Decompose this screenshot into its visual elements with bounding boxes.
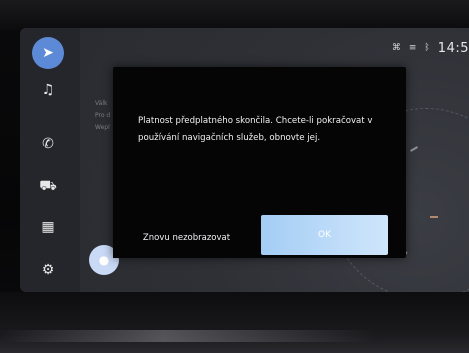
mic-icon: ● [98,253,110,267]
background-text: Pro d [95,112,111,119]
sidebar-item-settings[interactable]: ⚙ [32,254,64,286]
sidebar: ➤ ♫ ✆ ⛟ ▦ ⚙ [20,28,80,292]
sidebar-item-navigation[interactable]: ➤ [32,37,64,69]
connectivity-icon: ⌘ [391,43,401,53]
phone-icon: ✆ [42,136,54,152]
glare-reflection [0,330,469,342]
clock: 14:5 [437,40,469,56]
subscription-expired-dialog: Platnost předplatného skončila. Chcete-l… [113,67,406,258]
car-icon: ⛟ [39,178,57,194]
photo-frame: ➤ ♫ ✆ ⛟ ▦ ⚙ Välk Pro d Wepl ⌘ ≡ ᛒ 14:5 ●… [0,0,469,353]
dont-show-again-button[interactable]: Znovu nezobrazovat [113,217,260,258]
navigation-arrow-icon: ➤ [42,45,54,61]
gear-icon: ⚙ [41,262,55,278]
status-bar: ⌘ ≡ ᛒ 14:5 [392,38,469,58]
sidebar-item-music[interactable]: ♫ [32,74,64,106]
bezel-top [0,0,469,30]
bluetooth-icon: ᛒ [424,43,430,53]
sidebar-item-car[interactable]: ⛟ [32,171,64,203]
infotainment-screen: ➤ ♫ ✆ ⛟ ▦ ⚙ Välk Pro d Wepl ⌘ ≡ ᛒ 14:5 ●… [20,28,469,292]
music-note-icon: ♫ [41,82,55,98]
sidebar-item-phone[interactable]: ✆ [32,128,64,160]
map-tick [430,216,438,218]
bezel-bottom [0,292,469,353]
sidebar-item-apps[interactable]: ▦ [32,211,64,243]
background-text: Wepl [95,124,110,131]
apps-grid-icon: ▦ [41,219,55,235]
dialog-message: Platnost předplatného skončila. Chcete-l… [138,116,373,143]
signal-icon: ≡ [408,43,417,53]
ok-button[interactable]: OK [261,215,388,255]
background-text: Välk [95,100,108,107]
